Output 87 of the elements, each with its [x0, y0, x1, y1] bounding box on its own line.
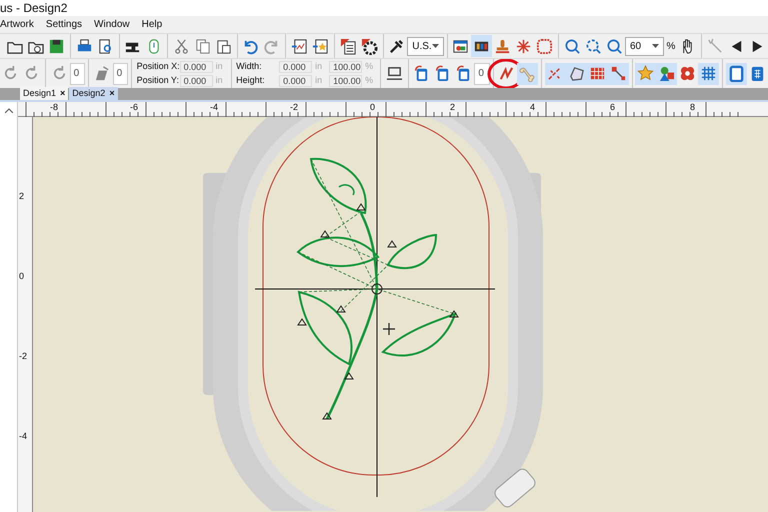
value-field[interactable]: 100.00: [329, 60, 362, 72]
value-field[interactable]: 100.00: [329, 74, 362, 86]
field-label: Width:: [236, 60, 263, 73]
flower-icon: [679, 65, 696, 82]
page-flag-icon: [340, 38, 357, 54]
window-title: us - Design2: [0, 0, 68, 17]
line-tool-icon: [610, 65, 627, 82]
ruler-label: -2: [290, 102, 298, 112]
tab-label: Design2: [72, 86, 106, 100]
slant-icon: [94, 65, 111, 82]
tab-close-button[interactable]: ×: [109, 86, 115, 100]
menu-item[interactable]: Help: [136, 17, 168, 32]
print-preview-icon: [96, 38, 114, 54]
ruler-label: 0: [370, 102, 376, 112]
ruler-label: 2: [450, 102, 456, 112]
wrench-icon: [388, 38, 406, 54]
number-field[interactable]: 0: [474, 62, 490, 84]
unit-label: in: [315, 74, 324, 87]
zoom-fit-icon: [584, 38, 602, 54]
shapes-button[interactable]: [656, 62, 678, 84]
menu-item[interactable]: Window: [88, 17, 136, 32]
page-button[interactable]: [726, 62, 748, 84]
star-icon: [637, 65, 654, 82]
ruler-label: 2: [19, 191, 24, 201]
ruler-label: 4: [530, 102, 536, 112]
ruler-label: 8: [690, 102, 696, 112]
grid-button[interactable]: [698, 62, 720, 84]
fill-grid-icon: [588, 65, 606, 82]
menu-item[interactable]: Settings: [40, 17, 88, 32]
ruler-label: -2: [19, 351, 28, 361]
dotted-square-icon: [536, 38, 554, 54]
scissors-icon: [172, 38, 190, 54]
tab-label: Design1: [23, 86, 56, 100]
paste-icon: [214, 38, 232, 54]
polygon-icon: [568, 65, 585, 82]
scroll-up-icon[interactable]: [4, 108, 12, 113]
zigzag-stitch-icon: [498, 65, 516, 82]
dropdown-field[interactable]: 60: [624, 36, 664, 56]
picture-icon: [452, 38, 470, 54]
value-field[interactable]: 0.000: [180, 74, 213, 86]
tab-close-button[interactable]: ×: [60, 86, 66, 100]
ruler-label: -8: [50, 102, 58, 112]
field-label: Position Y:: [136, 74, 177, 87]
star-import-icon: [312, 38, 330, 54]
field-label: Position X:: [136, 60, 177, 73]
field-label: Height:: [236, 74, 266, 87]
unit-label: %: [365, 60, 374, 73]
ruler-label: -6: [130, 102, 138, 112]
ruler-label: -4: [19, 431, 28, 441]
page-icon: [728, 65, 746, 82]
unit-label: in: [216, 74, 224, 87]
ruler-label: 6: [610, 102, 616, 112]
dropdown-value: U.S.: [412, 40, 432, 54]
bone-shape-icon: [519, 65, 536, 82]
grid-icon: [700, 65, 718, 82]
menu-item[interactable]: Artwork: [0, 17, 40, 32]
document-tab[interactable]: Design2 ×: [69, 87, 118, 100]
shapes-icon: [658, 65, 676, 82]
dropdown-field[interactable]: U.S.: [407, 36, 444, 56]
caret-icon: [652, 44, 660, 48]
zoom-icon: [606, 38, 623, 54]
ruler-label: 0: [19, 271, 24, 281]
running-stitch-button[interactable]: [544, 62, 566, 84]
align-icon: [386, 65, 403, 82]
dropdown-value: 60: [630, 40, 642, 54]
line-tool-button[interactable]: [608, 62, 629, 84]
unit-label: in: [216, 60, 224, 73]
number-field[interactable]: 0: [112, 62, 128, 84]
zoom-icon: [564, 38, 581, 54]
document-tab[interactable]: Design1 ×: [20, 87, 68, 100]
value-field[interactable]: 0.000: [279, 60, 312, 72]
rotate-icon: [23, 65, 40, 82]
number-field[interactable]: 0: [70, 62, 85, 84]
ruler-label: -4: [210, 102, 218, 112]
unit-label: %: [365, 74, 374, 87]
film-strip-button[interactable]: [471, 35, 492, 57]
unit-label: %: [665, 40, 676, 54]
value-field[interactable]: 0.000: [279, 74, 312, 86]
stitch-import-icon: [291, 38, 308, 54]
value-field[interactable]: 0.000: [180, 60, 213, 72]
star-button[interactable]: [635, 62, 656, 84]
caret-icon: [432, 44, 439, 48]
copy-icon: [194, 38, 211, 54]
unit-label: in: [315, 60, 324, 73]
stamp-icon: [494, 38, 512, 54]
rotate-icon: [2, 65, 19, 82]
wand-icon: [706, 38, 724, 54]
